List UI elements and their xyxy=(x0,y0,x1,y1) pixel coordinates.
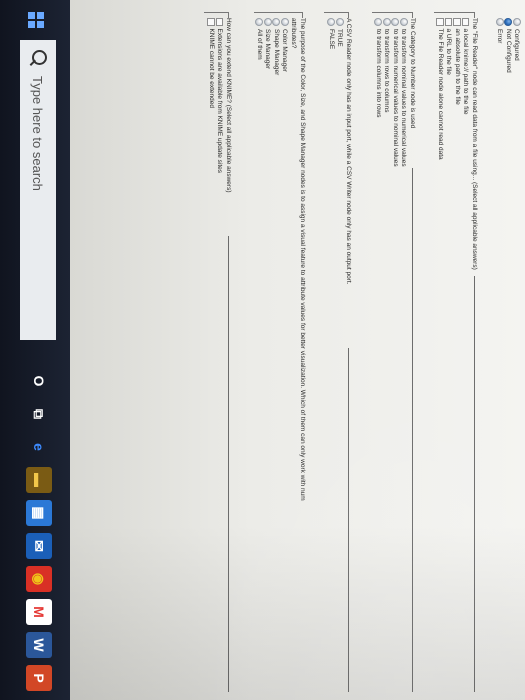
question-separator xyxy=(228,236,229,692)
option-label: a URL to the file xyxy=(445,28,453,75)
option-label: Error xyxy=(496,29,504,44)
radio-button[interactable] xyxy=(382,18,391,26)
taskbar-search-box[interactable]: Type here to search xyxy=(20,40,56,340)
option-not-configured[interactable]: Not Configured xyxy=(504,18,513,692)
question-bracket xyxy=(372,12,413,18)
option-configured[interactable]: Configured xyxy=(512,18,522,692)
option-label: to transform numerical values to nominal… xyxy=(391,29,399,167)
radio-button[interactable] xyxy=(327,18,336,26)
option-label: Not Configured xyxy=(504,29,512,73)
radio-option[interactable]: TRUE xyxy=(335,18,345,692)
option-label: The File Reader node alone cannot read d… xyxy=(436,28,444,160)
radio-button[interactable] xyxy=(263,18,272,26)
option-label: Size Manager xyxy=(264,29,272,70)
option-label: KNIME cannot be extended xyxy=(207,28,215,109)
radio-option[interactable]: Size Manager xyxy=(263,18,273,692)
radio-button[interactable] xyxy=(272,18,281,26)
radio-option[interactable]: to transform nominal values to numerical… xyxy=(399,18,409,692)
checkbox-option[interactable]: an absolute path to the file xyxy=(453,18,462,692)
radio-button[interactable] xyxy=(280,18,289,26)
windows-logo-icon xyxy=(28,12,44,28)
option-label: TRUE xyxy=(336,29,344,47)
chrome-icon[interactable]: ◉ xyxy=(26,566,52,592)
search-icon xyxy=(27,48,49,70)
radio-option[interactable]: to transform columns into rows xyxy=(374,18,383,692)
question-separator xyxy=(412,168,413,692)
radio-option[interactable]: Shape Manager xyxy=(272,18,281,692)
option-label: Shape Manager xyxy=(272,29,280,76)
start-button[interactable] xyxy=(16,0,56,40)
radio-button[interactable] xyxy=(495,18,504,26)
checkbox[interactable] xyxy=(453,18,461,26)
checkbox[interactable] xyxy=(445,18,453,26)
radio-button[interactable] xyxy=(512,18,521,26)
question-title-continued: attributes? xyxy=(290,18,297,49)
checkbox-option[interactable]: a URL to the file xyxy=(445,18,454,692)
previous-question-options: Configured Not Configured Error xyxy=(495,18,522,692)
quiz-page: Configured Not Configured Error The "Fil… xyxy=(70,0,525,700)
checkbox[interactable] xyxy=(216,18,224,26)
radio-button-selected[interactable] xyxy=(504,18,513,26)
option-label: Color Manager xyxy=(281,29,289,72)
checkbox[interactable] xyxy=(207,18,215,26)
option-label: an absolute path to the file xyxy=(453,28,461,105)
file-explorer-icon[interactable]: ▬ xyxy=(26,467,52,493)
question-separator xyxy=(474,276,475,692)
checkbox-option[interactable]: Extensions are available from KNIME upda… xyxy=(216,18,225,692)
word-icon[interactable]: W xyxy=(26,632,52,658)
radio-button[interactable] xyxy=(255,18,264,26)
gmail-icon[interactable]: M xyxy=(26,599,52,625)
option-label: to transform columns into rows xyxy=(374,29,382,118)
radio-button[interactable] xyxy=(335,18,344,26)
search-placeholder: Type here to search xyxy=(30,76,46,191)
option-label: to transform nominal values to numerical… xyxy=(400,29,408,167)
radio-option[interactable]: to transform numerical values to nominal… xyxy=(391,18,400,692)
question-title: The purpose of the Color, Size, and Shap… xyxy=(299,18,306,501)
question-category-to-number: The Category to Number node is used to t… xyxy=(372,12,417,692)
option-label: All of them xyxy=(255,29,263,60)
question-visual-managers: The purpose of the Color, Size, and Shap… xyxy=(254,12,307,692)
checkbox-option[interactable]: a local knime:// path to the file xyxy=(462,18,471,692)
cortana-icon[interactable]: O xyxy=(26,368,52,394)
question-separator xyxy=(348,348,349,692)
option-label: to transform rows to columns xyxy=(383,29,391,113)
radio-option[interactable]: All of them xyxy=(255,18,264,692)
question-bracket xyxy=(434,12,475,18)
radio-button[interactable] xyxy=(391,18,400,26)
store-icon[interactable]: ▦ xyxy=(26,500,52,526)
checkbox[interactable] xyxy=(462,18,470,26)
radio-option[interactable]: to transform rows to columns xyxy=(382,18,392,692)
option-error[interactable]: Error xyxy=(495,18,505,692)
edge-icon[interactable]: e xyxy=(26,434,52,460)
option-label: Configured xyxy=(513,29,521,61)
windows-taskbar: Type here to search O ⧉ e ▬ ▦ ✉ ◉ M W P xyxy=(0,0,70,700)
question-file-reader: The "File Reader" node can read data fro… xyxy=(434,12,479,692)
question-extend-knime: How can you extend KNIME? (Select all ap… xyxy=(204,12,233,692)
option-label: Extensions are available from KNIME upda… xyxy=(216,28,224,174)
monitor-screen: Configured Not Configured Error The "Fil… xyxy=(0,0,525,700)
checkbox[interactable] xyxy=(436,18,444,26)
radio-button[interactable] xyxy=(399,18,408,26)
checkbox-option[interactable]: KNIME cannot be extended xyxy=(207,18,216,692)
mail-icon[interactable]: ✉ xyxy=(26,533,52,559)
option-label: a local knime:// path to the file xyxy=(462,28,470,115)
checkbox-option[interactable]: The File Reader node alone cannot read d… xyxy=(436,18,445,692)
powerpoint-icon[interactable]: P xyxy=(26,665,52,691)
rotated-ui: Configured Not Configured Error The "Fil… xyxy=(0,0,525,700)
question-csv-ports: A CSV Reader node only has an input port… xyxy=(324,12,353,692)
radio-option[interactable]: FALSE xyxy=(327,18,336,692)
task-view-icon[interactable]: ⧉ xyxy=(26,401,52,427)
option-label: FALSE xyxy=(327,29,335,50)
radio-option[interactable]: Color Manager xyxy=(280,18,290,692)
radio-button[interactable] xyxy=(374,18,383,26)
